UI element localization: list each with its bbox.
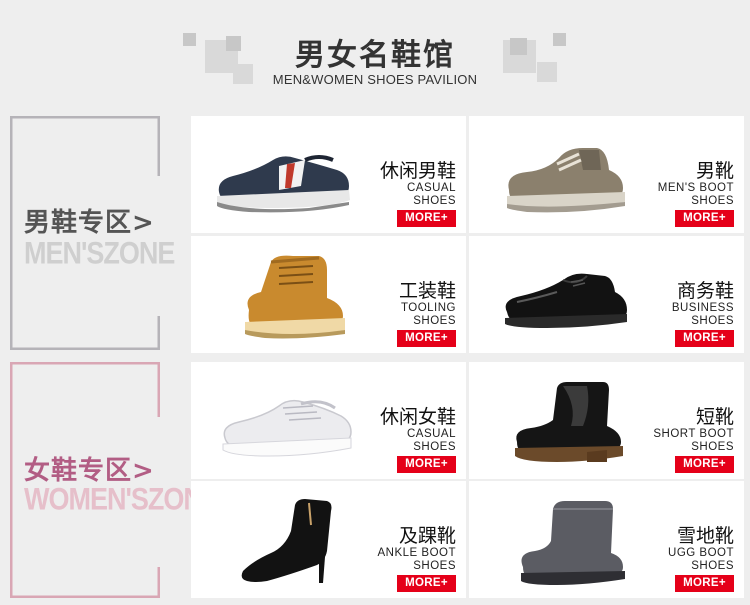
card-subtitle: SHOES	[691, 195, 734, 207]
card-subtitle: TOOLING	[400, 302, 456, 314]
card-title: 雪地靴	[676, 525, 734, 547]
card-title: 男靴	[695, 160, 734, 182]
category-card-casual-women[interactable]: 休闲女鞋 CASUAL SHOES MORE+	[191, 362, 466, 479]
more-button[interactable]: MORE+	[397, 330, 456, 347]
more-button[interactable]: MORE+	[675, 330, 734, 347]
women-zone-link[interactable]: 女鞋专区> WOMEN'SZONE	[10, 362, 220, 598]
card-subtitle: BUSINESS	[671, 302, 734, 314]
category-card-business[interactable]: 商务鞋 BUSINESS SHOES MORE+	[469, 236, 744, 353]
men-zone-label: 男鞋专区>	[24, 208, 155, 238]
card-subtitle: SHORT BOOT	[653, 428, 734, 440]
category-card-tooling[interactable]: 工装鞋 TOOLING SHOES MORE+	[191, 236, 466, 353]
card-title: 及踝靴	[398, 525, 456, 547]
category-card-ugg-boot[interactable]: 雪地靴 UGG BOOT SHOES MORE+	[469, 481, 744, 598]
card-title: 工装鞋	[398, 280, 456, 302]
more-button[interactable]: MORE+	[397, 210, 456, 227]
business-shoe-icon	[505, 273, 627, 328]
page-header: 男女名鞋馆 MEN&WOMEN SHOES PAVILION	[0, 0, 750, 110]
card-subtitle: ANKLE BOOT	[377, 547, 456, 559]
card-title: 商务鞋	[676, 280, 734, 302]
card-subtitle: MEN'S BOOT	[657, 182, 734, 194]
card-subtitle: CASUAL	[406, 182, 456, 194]
category-card-men-boot[interactable]: 男靴 MEN'S BOOT SHOES MORE+	[469, 116, 744, 233]
men-zone-link[interactable]: 男鞋专区> MEN'SZONE	[10, 116, 175, 350]
women-zone-label-en: WOMEN'SZONE	[24, 482, 220, 517]
category-card-short-boot[interactable]: 短靴 SHORT BOOT SHOES MORE+	[469, 362, 744, 479]
men-zone-label-en: MEN'SZONE	[24, 236, 175, 271]
card-title: 短靴	[695, 406, 734, 428]
men-boot-icon	[507, 148, 625, 213]
page-title: 男女名鞋馆	[295, 38, 455, 73]
ankle-boot-icon	[241, 499, 332, 583]
card-title: 休闲女鞋	[379, 406, 456, 428]
card-subtitle: SHOES	[691, 560, 734, 572]
more-button[interactable]: MORE+	[397, 575, 456, 592]
card-title: 休闲男鞋	[379, 160, 456, 182]
short-boot-icon	[515, 382, 623, 462]
card-subtitle: SHOES	[691, 315, 734, 327]
more-button[interactable]: MORE+	[675, 456, 734, 473]
card-subtitle: SHOES	[413, 315, 456, 327]
category-card-casual-men[interactable]: 休闲男鞋 CASUAL SHOES MORE+	[191, 116, 466, 233]
card-subtitle: SHOES	[413, 441, 456, 453]
tooling-boot-icon	[245, 255, 345, 339]
card-subtitle: SHOES	[691, 441, 734, 453]
more-button[interactable]: MORE+	[397, 456, 456, 473]
more-button[interactable]: MORE+	[675, 575, 734, 592]
casual-men-sneaker-icon	[217, 155, 350, 213]
category-card-ankle-boot[interactable]: 及踝靴 ANKLE BOOT SHOES MORE+	[191, 481, 466, 598]
card-subtitle: SHOES	[413, 560, 456, 572]
card-subtitle: UGG BOOT	[668, 547, 734, 559]
casual-women-sneaker-icon	[222, 399, 352, 457]
more-button[interactable]: MORE+	[675, 210, 734, 227]
page-subtitle: MEN&WOMEN SHOES PAVILION	[272, 72, 478, 87]
ugg-boot-icon	[521, 501, 625, 585]
card-subtitle: CASUAL	[406, 428, 456, 440]
card-subtitle: SHOES	[413, 195, 456, 207]
